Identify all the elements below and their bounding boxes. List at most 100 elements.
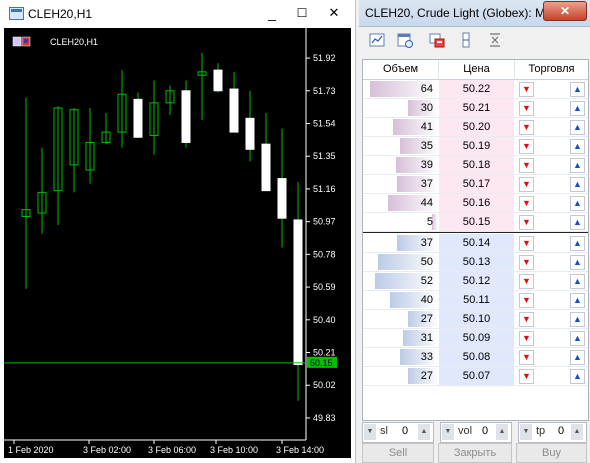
bid-level-row[interactable]: 27 50.07 ▼ ▲	[363, 367, 588, 386]
vol-increase-icon[interactable]: ▲	[496, 424, 508, 440]
sell-limit-icon[interactable]: ▼	[519, 177, 534, 192]
maximize-button[interactable]: ☐	[288, 2, 316, 24]
sl-decrease-icon[interactable]: ▼	[364, 424, 376, 440]
buy-limit-icon[interactable]: ▲	[570, 158, 585, 173]
price-cell[interactable]: 50.10	[439, 310, 514, 328]
calendar-icon[interactable]	[396, 31, 414, 49]
price-cell[interactable]: 50.16	[439, 194, 514, 212]
dom-close-button[interactable]: ✕	[543, 1, 587, 21]
buy-limit-icon[interactable]: ▲	[570, 350, 585, 365]
buy-button[interactable]: Buy	[516, 443, 587, 463]
bid-level-row[interactable]: 40 50.11 ▼ ▲	[363, 291, 588, 310]
sell-limit-icon[interactable]: ▼	[519, 120, 534, 135]
bid-level-row[interactable]: 37 50.14 ▼ ▲	[363, 234, 588, 253]
sell-limit-icon[interactable]: ▼	[519, 312, 534, 327]
price-cell[interactable]: 50.21	[439, 99, 514, 117]
vol-decrease-icon[interactable]: ▼	[442, 424, 454, 440]
ask-level-row[interactable]: 41 50.20 ▼ ▲	[363, 118, 588, 137]
buy-limit-icon[interactable]: ▲	[570, 274, 585, 289]
buy-limit-icon[interactable]: ▲	[570, 293, 585, 308]
tp-stepper[interactable]: ▼ tp 0 ▲	[518, 422, 587, 443]
price-cell[interactable]: 50.20	[439, 118, 514, 136]
ask-level-row[interactable]: 37 50.17 ▼ ▲	[363, 175, 588, 194]
bid-level-row[interactable]: 27 50.10 ▼ ▲	[363, 310, 588, 329]
sell-limit-icon[interactable]: ▼	[519, 293, 534, 308]
trade-header[interactable]: Торговля	[515, 60, 588, 80]
dom-titlebar[interactable]: CLEH20, Crude Light (Globex): M... ✕	[359, 0, 590, 27]
sell-limit-icon[interactable]: ▼	[519, 158, 534, 173]
price-cell[interactable]: 50.11	[439, 291, 514, 309]
sell-limit-icon[interactable]: ▼	[519, 369, 534, 384]
price-cell[interactable]: 50.17	[439, 175, 514, 193]
volume-cell: 37	[363, 234, 438, 252]
sell-limit-icon[interactable]: ▼	[519, 255, 534, 270]
buy-limit-icon[interactable]: ▲	[570, 139, 585, 154]
sell-limit-icon[interactable]: ▼	[519, 236, 534, 251]
level-icon[interactable]	[457, 31, 475, 49]
buy-limit-icon[interactable]: ▲	[570, 369, 585, 384]
sell-button[interactable]: Sell	[362, 443, 434, 463]
buy-limit-icon[interactable]: ▲	[570, 255, 585, 270]
buy-limit-icon[interactable]: ▲	[570, 215, 585, 230]
buy-limit-icon[interactable]: ▲	[570, 236, 585, 251]
price-tick-label: 50.02	[313, 380, 336, 390]
sell-limit-icon[interactable]: ▼	[519, 196, 534, 211]
bid-level-row[interactable]: 33 50.08 ▼ ▲	[363, 348, 588, 367]
sell-limit-icon[interactable]: ▼	[519, 215, 534, 230]
ask-level-row[interactable]: 5 50.15 ▼ ▲	[363, 213, 588, 232]
price-cell[interactable]: 50.18	[439, 156, 514, 174]
ask-level-row[interactable]: 30 50.21 ▼ ▲	[363, 99, 588, 118]
price-tick-label: 50.40	[313, 315, 336, 325]
candle-body	[213, 69, 223, 92]
sell-limit-icon[interactable]: ▼	[519, 101, 534, 116]
candlestick-chart[interactable]: CLEH20,H1 51.92 51.73 51.54 51.35 51.16 50.97…	[4, 28, 351, 458]
price-cell[interactable]: 50.09	[439, 329, 514, 347]
buy-limit-icon[interactable]: ▲	[570, 101, 585, 116]
buy-limit-icon[interactable]: ▲	[570, 82, 585, 97]
sl-value[interactable]: 0	[402, 425, 408, 437]
sell-limit-icon[interactable]: ▼	[519, 331, 534, 346]
price-cell[interactable]: 50.22	[439, 80, 514, 98]
ask-level-row[interactable]: 35 50.19 ▼ ▲	[363, 137, 588, 156]
sell-limit-icon[interactable]: ▼	[519, 82, 534, 97]
buy-limit-icon[interactable]: ▲	[570, 177, 585, 192]
minimize-button[interactable]: _	[258, 2, 286, 24]
price-cell[interactable]: 50.19	[439, 137, 514, 155]
close-button[interactable]: ✕	[320, 2, 348, 24]
price-cell[interactable]: 50.12	[439, 272, 514, 290]
chart-icon[interactable]	[368, 31, 386, 49]
sell-limit-icon[interactable]: ▼	[519, 350, 534, 365]
expand-icon[interactable]	[486, 31, 504, 49]
price-cell[interactable]: 50.08	[439, 348, 514, 366]
vol-stepper[interactable]: ▼ vol 0 ▲	[440, 422, 512, 443]
price-cell[interactable]: 50.14	[439, 234, 514, 252]
ask-level-row[interactable]: 64 50.22 ▼ ▲	[363, 80, 588, 99]
buy-limit-icon[interactable]: ▲	[570, 120, 585, 135]
bid-level-row[interactable]: 50 50.13 ▼ ▲	[363, 253, 588, 272]
price-chart[interactable]: CLEH20,H1 51.92 51.73 51.54 51.35 51.16 50.97…	[4, 28, 351, 458]
sl-stepper[interactable]: ▼ sl 0 ▲	[362, 422, 434, 443]
close-position-button[interactable]: Закрыть	[438, 443, 512, 463]
price-cell[interactable]: 50.07	[439, 367, 514, 385]
buy-limit-icon[interactable]: ▲	[570, 196, 585, 211]
price-cell[interactable]: 50.15	[439, 213, 514, 231]
trade-icon[interactable]	[428, 31, 446, 49]
price-header[interactable]: Цена	[439, 60, 515, 80]
buy-limit-icon[interactable]: ▲	[570, 312, 585, 327]
bid-level-row[interactable]: 52 50.12 ▼ ▲	[363, 272, 588, 291]
tp-increase-icon[interactable]: ▲	[571, 424, 583, 440]
price-cell[interactable]: 50.13	[439, 253, 514, 271]
buy-limit-icon[interactable]: ▲	[570, 331, 585, 346]
sell-limit-icon[interactable]: ▼	[519, 274, 534, 289]
tp-decrease-icon[interactable]: ▼	[520, 424, 532, 440]
volume-cell: 37	[363, 175, 438, 193]
sl-increase-icon[interactable]: ▲	[418, 424, 430, 440]
ask-level-row[interactable]: 39 50.18 ▼ ▲	[363, 156, 588, 175]
volume-header[interactable]: Объем	[363, 60, 439, 80]
bid-level-row[interactable]: 31 50.09 ▼ ▲	[363, 329, 588, 348]
tp-value[interactable]: 0	[558, 425, 564, 437]
sell-limit-icon[interactable]: ▼	[519, 139, 534, 154]
ask-level-row[interactable]: 44 50.16 ▼ ▲	[363, 194, 588, 213]
vol-value[interactable]: 0	[482, 425, 488, 437]
chart-titlebar[interactable]: CLEH20,H1 _ ☐ ✕	[0, 0, 355, 28]
